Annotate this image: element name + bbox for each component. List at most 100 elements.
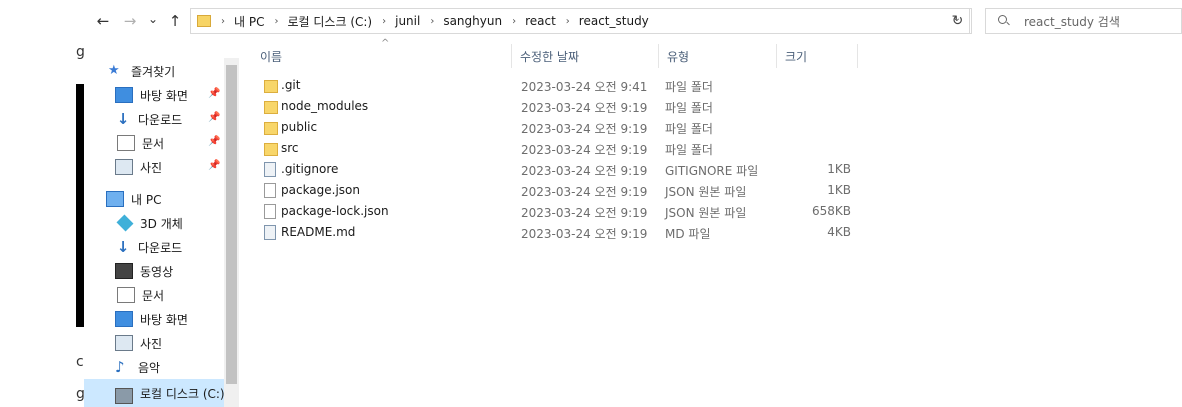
file-row[interactable]: package.json 2023-03-24 오전 9:19 JSON 원본 … xyxy=(258,180,958,201)
pin-icon[interactable]: 📌 xyxy=(208,136,220,147)
column-header-label: 크기 xyxy=(785,49,808,64)
file-name: .git xyxy=(281,78,301,92)
file-type: 파일 폴더 xyxy=(665,101,713,115)
back-button[interactable]: ← xyxy=(94,12,112,30)
file-row[interactable]: README.md 2023-03-24 오전 9:19 MD 파일 4KB xyxy=(258,222,958,243)
navigation-pane: ★ 즐겨찾기 바탕 화면 📌 ↓ 다운로드 📌 문서 📌 사진 📌 내 PC 3… xyxy=(84,58,239,407)
chevron-right-icon[interactable]: › xyxy=(221,16,225,27)
video-icon xyxy=(115,263,133,279)
drive-icon xyxy=(115,388,133,404)
sidebar-item-label: 문서 xyxy=(142,136,165,151)
breadcrumb-item[interactable]: sanghyun xyxy=(443,14,502,28)
document-icon xyxy=(117,135,135,151)
file-name: package.json xyxy=(281,183,361,197)
folder-icon xyxy=(264,101,278,114)
forward-button[interactable]: → xyxy=(121,12,139,30)
file-size: 658KB xyxy=(811,204,851,218)
address-bar[interactable]: › 내 PC › 로컬 디스크 (C:) › junil › sanghyun … xyxy=(190,8,970,34)
chevron-right-icon[interactable]: › xyxy=(512,16,516,27)
folder-icon xyxy=(264,80,278,93)
sidebar-item-label: 문서 xyxy=(142,288,165,303)
column-header-size[interactable]: 크기 xyxy=(785,44,855,68)
chevron-right-icon[interactable]: › xyxy=(274,16,278,27)
sidebar-item-label: 다운로드 xyxy=(138,240,183,255)
sidebar-item-local-disk[interactable]: 로컬 디스크 (C:) xyxy=(84,379,225,407)
column-header-name[interactable]: 이름 xyxy=(260,44,510,68)
file-name: public xyxy=(281,120,318,134)
breadcrumb-item[interactable]: junil xyxy=(395,14,420,28)
sidebar-item-label: 동영상 xyxy=(140,264,174,279)
column-divider[interactable] xyxy=(658,44,659,68)
column-header-label: 이름 xyxy=(260,49,283,64)
desktop-icon xyxy=(115,87,133,103)
json-file-icon xyxy=(264,183,276,198)
file-type: JSON 원본 파일 xyxy=(665,185,747,199)
file-name: README.md xyxy=(281,225,356,239)
column-header-date[interactable]: 수정한 날짜 xyxy=(520,44,660,68)
chevron-right-icon[interactable]: › xyxy=(566,16,570,27)
column-header-type[interactable]: 유형 xyxy=(667,44,777,68)
file-type: MD 파일 xyxy=(665,227,711,241)
file-row[interactable]: public 2023-03-24 오전 9:19 파일 폴더 xyxy=(258,117,958,138)
download-icon: ↓ xyxy=(116,110,130,128)
file-date: 2023-03-24 오전 9:19 xyxy=(521,143,648,157)
desktop-icon xyxy=(115,311,133,327)
search-placeholder: react_study 검색 xyxy=(1024,14,1120,29)
file-name: src xyxy=(281,141,299,155)
file-row[interactable]: package-lock.json 2023-03-24 오전 9:19 JSO… xyxy=(258,201,958,222)
file-size: 4KB xyxy=(827,225,851,239)
background-dark-panel xyxy=(76,84,84,327)
chevron-right-icon[interactable]: › xyxy=(382,16,386,27)
column-divider[interactable] xyxy=(511,44,512,68)
download-icon: ↓ xyxy=(116,238,130,256)
sidebar-item-label: 음악 xyxy=(138,360,161,375)
pin-icon[interactable]: 📌 xyxy=(208,160,220,171)
file-name: package-lock.json xyxy=(281,204,389,218)
breadcrumb-item[interactable]: react xyxy=(525,14,556,28)
file-type: GITIGNORE 파일 xyxy=(665,164,759,178)
file-name: node_modules xyxy=(281,99,369,113)
file-date: 2023-03-24 오전 9:19 xyxy=(521,227,648,241)
file-row[interactable]: src 2023-03-24 오전 9:19 파일 폴더 xyxy=(258,138,958,159)
file-date: 2023-03-24 오전 9:19 xyxy=(521,164,648,178)
sidebar-item-label: 3D 개체 xyxy=(140,216,183,231)
file-size: 1KB xyxy=(827,162,851,176)
background-window: g c g xyxy=(0,0,85,407)
recent-locations-dropdown[interactable]: ⌄ xyxy=(144,10,162,28)
column-divider[interactable] xyxy=(776,44,777,68)
star-icon: ★ xyxy=(108,63,120,78)
address-bar-row: ← → ⌄ ↑ › 내 PC › 로컬 디스크 (C:) › junil › s… xyxy=(84,0,1182,42)
folder-icon xyxy=(264,143,278,156)
breadcrumb-item[interactable]: 내 PC xyxy=(234,13,264,30)
file-row[interactable]: node_modules 2023-03-24 오전 9:19 파일 폴더 xyxy=(258,96,958,117)
file-date: 2023-03-24 오전 9:41 xyxy=(521,80,648,94)
pin-icon[interactable]: 📌 xyxy=(208,112,220,123)
breadcrumb-item[interactable]: react_study xyxy=(579,14,649,28)
sidebar-item-label: 사진 xyxy=(140,160,163,175)
pin-icon[interactable]: 📌 xyxy=(208,88,220,99)
file-size: 1KB xyxy=(827,183,851,197)
file-row[interactable]: .gitignore 2023-03-24 오전 9:19 GITIGNORE … xyxy=(258,159,958,180)
file-type: 파일 폴더 xyxy=(665,122,713,136)
column-header-label: 유형 xyxy=(667,49,690,64)
folder-icon xyxy=(197,15,211,27)
sidebar-item-label: 다운로드 xyxy=(138,112,183,127)
file-date: 2023-03-24 오전 9:19 xyxy=(521,206,648,220)
up-button[interactable]: ↑ xyxy=(166,12,184,30)
sidebar-item-label: 내 PC xyxy=(131,192,162,207)
search-input[interactable]: react_study 검색 xyxy=(985,8,1182,34)
sidebar-scrollbar[interactable] xyxy=(224,58,239,407)
sidebar-item-label: 사진 xyxy=(140,336,163,351)
chevron-right-icon[interactable]: › xyxy=(430,16,434,27)
column-divider[interactable] xyxy=(857,44,858,68)
column-header-label: 수정한 날짜 xyxy=(520,49,580,64)
json-file-icon xyxy=(264,204,276,219)
search-icon xyxy=(998,15,1010,27)
file-date: 2023-03-24 오전 9:19 xyxy=(521,185,648,199)
file-row[interactable]: .git 2023-03-24 오전 9:41 파일 폴더 xyxy=(258,75,958,96)
scrollbar-thumb[interactable] xyxy=(226,65,237,384)
breadcrumb-item[interactable]: 로컬 디스크 (C:) xyxy=(287,13,372,30)
refresh-button[interactable]: ↻ xyxy=(944,8,972,34)
3d-objects-icon xyxy=(116,214,134,232)
computer-icon xyxy=(106,191,124,207)
